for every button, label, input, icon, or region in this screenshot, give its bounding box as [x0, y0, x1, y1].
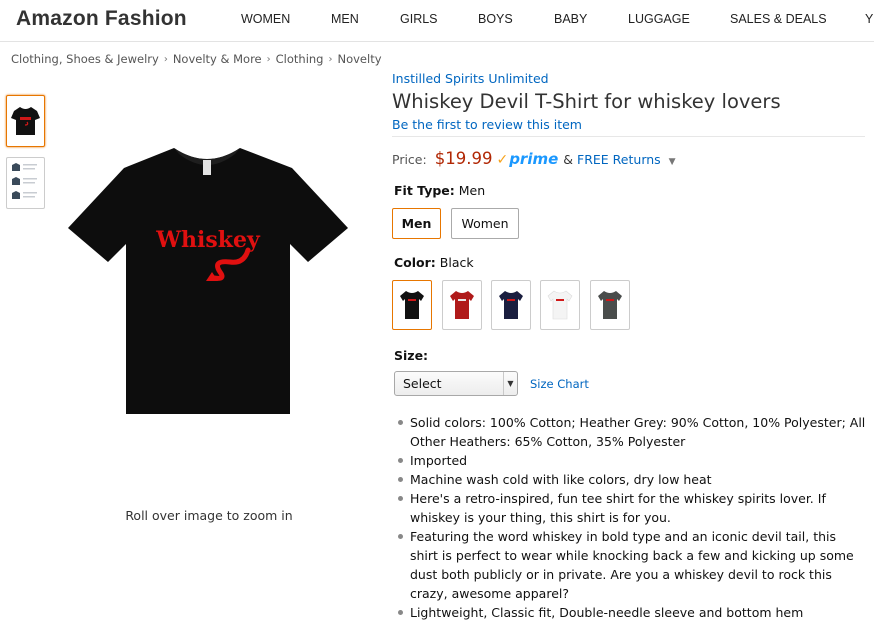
- tshirt-swatch-icon: [499, 291, 523, 319]
- thumbnail-size-chart[interactable]: [6, 157, 45, 209]
- size-label-text: Size:: [394, 348, 429, 363]
- feature-bullet: Lightweight, Classic fit, Double-needle …: [397, 603, 867, 622]
- size-chart-link[interactable]: Size Chart: [530, 377, 589, 391]
- prime-logo[interactable]: prime: [509, 150, 558, 168]
- color-label-text: Color:: [394, 255, 436, 270]
- feature-bullet: Machine wash cold with like colors, dry …: [397, 470, 867, 489]
- nav-women[interactable]: WOMEN: [241, 12, 290, 26]
- tshirt-swatch-icon: [450, 291, 474, 319]
- nav-baby[interactable]: BABY: [554, 12, 587, 26]
- chevron-right-icon: ›: [328, 53, 333, 65]
- brand-link[interactable]: Instilled Spirits Unlimited: [392, 71, 549, 86]
- color-swatch-black[interactable]: [392, 280, 432, 330]
- feature-bullet: Solid colors: 100% Cotton; Heather Grey:…: [397, 413, 867, 451]
- price-label: Price:: [392, 152, 427, 167]
- prime-check-icon: ✓: [496, 152, 509, 168]
- fit-type-label: Fit Type: Men: [394, 183, 485, 198]
- color-swatch-navy[interactable]: [491, 280, 531, 330]
- fit-option-women[interactable]: Women: [451, 208, 519, 239]
- top-navigation-bar: Amazon Fashion WOMEN MEN GIRLS BOYS BABY…: [0, 0, 874, 42]
- tshirt-swatch-icon: [598, 291, 622, 319]
- size-dropdown-value: Select: [403, 376, 442, 391]
- size-chart-thumbnail-icon: [12, 163, 37, 199]
- nav-men[interactable]: MEN: [331, 12, 359, 26]
- color-label: Color: Black: [394, 255, 474, 270]
- tshirt-image: Whiskey: [68, 148, 348, 414]
- size-dropdown[interactable]: Select ▼: [394, 371, 518, 396]
- breadcrumb: Clothing, Shoes & Jewelry › Novelty & Mo…: [11, 52, 382, 66]
- color-swatch-red[interactable]: [442, 280, 482, 330]
- zoom-hint-text: Roll over image to zoom in: [125, 508, 293, 523]
- tshirt-swatch-icon: [400, 291, 424, 319]
- color-selected-value: Black: [439, 255, 474, 270]
- price-value: $19.99: [434, 149, 493, 168]
- price-row: Price: $19.99 ✓ prime & FREE Returns ▼: [392, 149, 676, 168]
- shirt-print-text: Whiskey: [155, 227, 261, 253]
- breadcrumb-clothing[interactable]: Clothing: [276, 52, 324, 66]
- fit-type-selected-value: Men: [458, 183, 486, 198]
- chevron-right-icon: ›: [266, 53, 271, 65]
- nav-luggage[interactable]: LUGGAGE: [628, 12, 690, 26]
- breadcrumb-novelty[interactable]: Novelty: [337, 52, 381, 66]
- nav-girls[interactable]: GIRLS: [400, 12, 438, 26]
- color-swatch-charcoal[interactable]: [590, 280, 630, 330]
- feature-bullets: Solid colors: 100% Cotton; Heather Grey:…: [397, 413, 867, 622]
- chevron-right-icon: ›: [163, 53, 168, 65]
- chevron-down-icon[interactable]: ▼: [669, 157, 676, 167]
- color-swatch-white[interactable]: [540, 280, 580, 330]
- breadcrumb-clothing-shoes-jewelry[interactable]: Clothing, Shoes & Jewelry: [11, 52, 159, 66]
- feature-bullet: Here's a retro-inspired, fun tee shirt f…: [397, 489, 867, 527]
- size-label: Size:: [394, 348, 428, 363]
- tshirt-thumbnail-icon: [11, 107, 40, 135]
- breadcrumb-novelty-more[interactable]: Novelty & More: [173, 52, 262, 66]
- nav-boys[interactable]: BOYS: [478, 12, 513, 26]
- ampersand-text: &: [563, 152, 574, 167]
- first-review-link[interactable]: Be the first to review this item: [392, 117, 582, 132]
- fit-type-label-text: Fit Type:: [394, 183, 455, 198]
- thumbnail-shirt-front[interactable]: [6, 95, 45, 147]
- nav-sales-deals[interactable]: SALES & DEALS: [730, 12, 827, 26]
- divider: [392, 136, 865, 137]
- free-returns-link[interactable]: FREE Returns: [577, 152, 661, 167]
- product-title: Whiskey Devil T-Shirt for whiskey lovers: [392, 90, 781, 113]
- feature-bullet: Featuring the word whiskey in bold type …: [397, 527, 867, 603]
- tshirt-swatch-icon: [547, 290, 573, 320]
- fit-option-men[interactable]: Men: [392, 208, 441, 239]
- amazon-fashion-logo[interactable]: Amazon Fashion: [16, 7, 187, 31]
- main-product-image[interactable]: Whiskey: [62, 140, 354, 422]
- nav-overflow-item[interactable]: Y: [865, 12, 873, 26]
- feature-bullet: Imported: [397, 451, 867, 470]
- dropdown-arrow-icon[interactable]: ▼: [503, 372, 517, 395]
